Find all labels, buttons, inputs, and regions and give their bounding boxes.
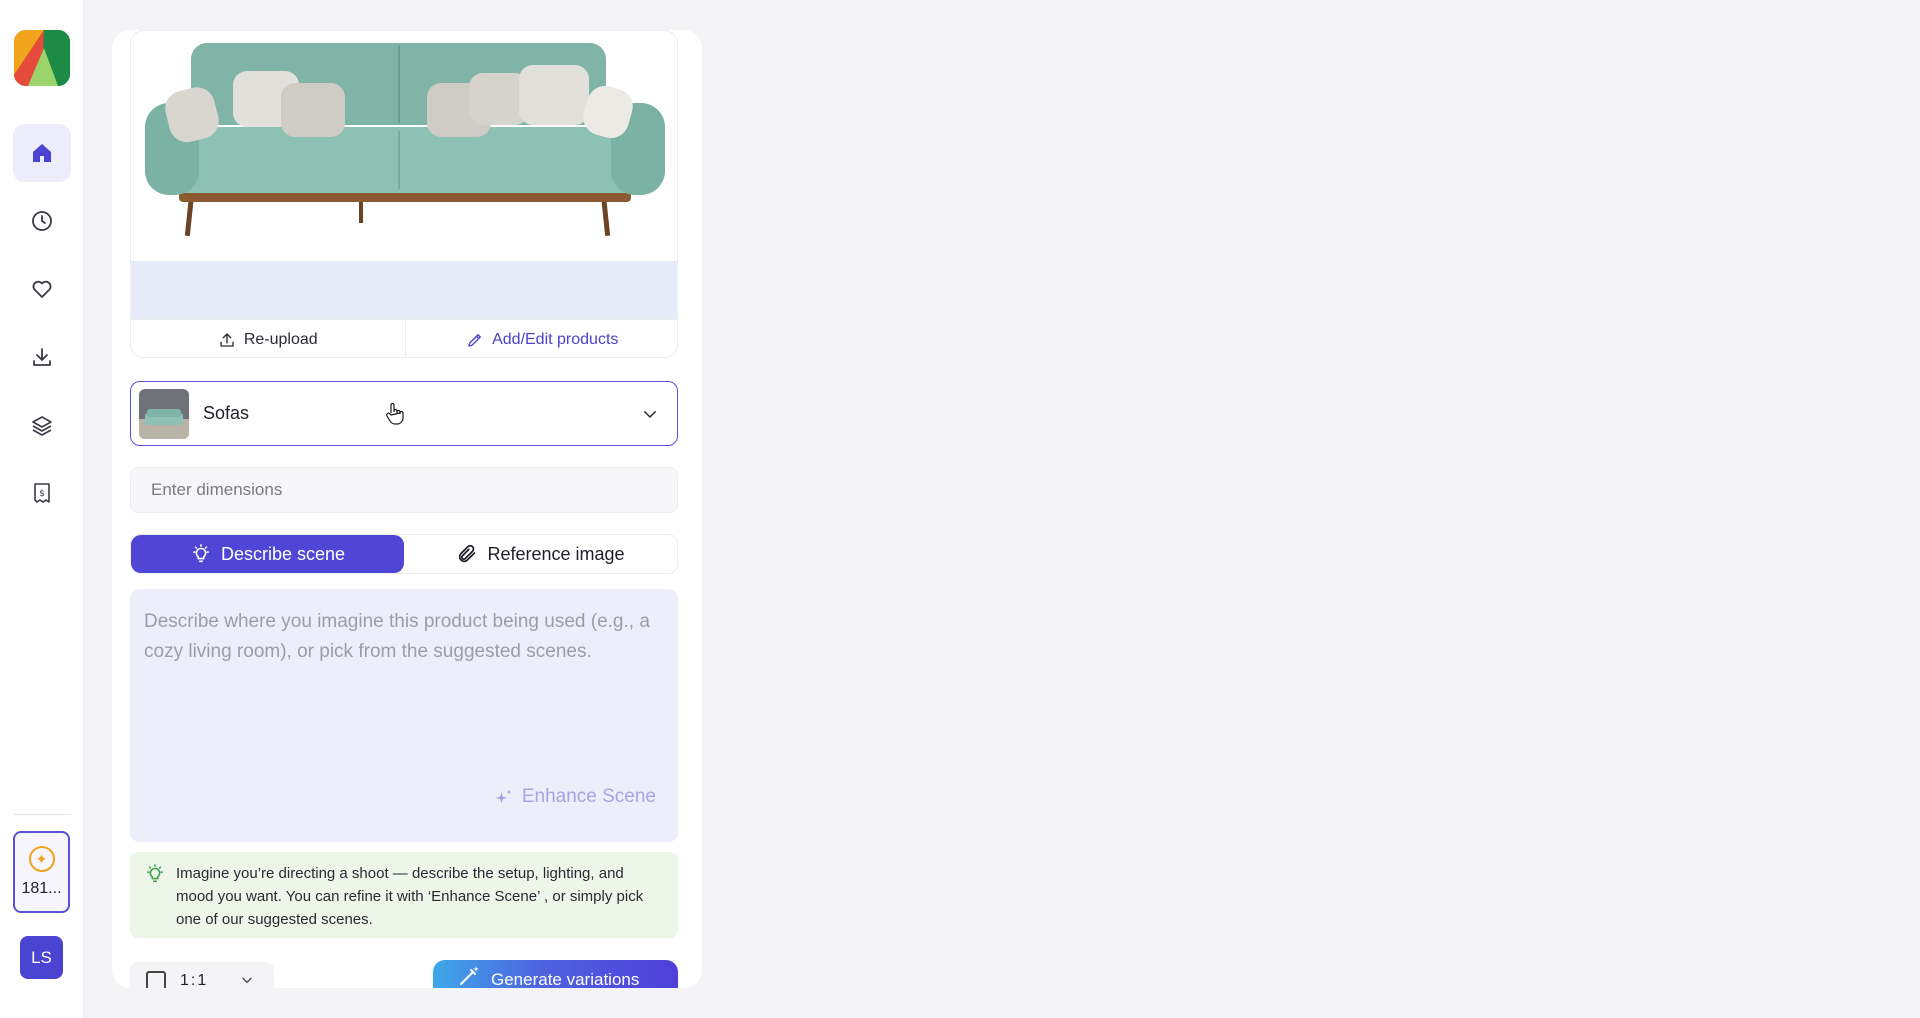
tip-banner: Imagine you’re directing a shoot — descr…	[130, 852, 678, 938]
credits-count: 181...	[21, 880, 62, 897]
nav-downloads[interactable]	[13, 328, 71, 386]
image-strip	[131, 261, 677, 319]
generate-variations-label: Generate variations	[491, 970, 640, 988]
image-actions: Re-upload Add/Edit products	[131, 319, 678, 357]
credits-badge[interactable]: ✦ 181...	[13, 831, 70, 913]
chevron-down-icon	[242, 977, 252, 984]
scene-description-box: Enhance Scene	[130, 589, 678, 842]
square-icon	[146, 971, 166, 988]
tip-text: Imagine you’re directing a shoot — descr…	[176, 865, 644, 928]
upload-icon	[220, 332, 234, 347]
download-icon	[33, 348, 51, 366]
lightbulb-icon	[146, 864, 164, 883]
enhance-scene-label: Enhance Scene	[521, 786, 656, 807]
reupload-label: Re-upload	[243, 330, 318, 348]
lightbulb-icon	[192, 544, 210, 563]
category-label: Sofas	[203, 403, 250, 423]
aspect-ratio-value: 1:1	[180, 972, 209, 988]
edit-products-label: Add/Edit products	[492, 330, 619, 348]
magic-wand-icon	[460, 966, 479, 985]
nav-favorites[interactable]	[13, 260, 71, 318]
generate-variations-button[interactable]: Generate variations	[433, 960, 678, 988]
home-icon	[33, 144, 51, 162]
category-thumbnail	[139, 388, 189, 439]
sidebar-divider	[13, 814, 71, 815]
heart-icon	[32, 280, 52, 298]
tab-describe-scene[interactable]: Describe scene	[131, 535, 404, 573]
receipt-icon: $	[34, 483, 50, 503]
hand-cursor-icon	[386, 402, 404, 425]
nav-home[interactable]	[13, 124, 71, 182]
sidebar: $ ✦ 181... LS	[0, 0, 84, 1018]
scene-description-input[interactable]	[144, 607, 664, 777]
tab-reference-image[interactable]: Reference image	[404, 535, 677, 573]
chevron-down-icon	[644, 410, 656, 418]
reupload-button[interactable]: Re-upload	[131, 320, 405, 357]
edit-icon	[468, 333, 482, 347]
tab-reference-label: Reference image	[487, 543, 625, 564]
edit-products-button[interactable]: Add/Edit products	[404, 320, 678, 357]
sparkle-icon	[495, 789, 512, 804]
layers-icon	[32, 416, 52, 436]
svg-text:$: $	[39, 489, 45, 499]
tab-describe-label: Describe scene	[220, 543, 346, 564]
product-image	[131, 31, 677, 261]
clock-icon	[32, 211, 52, 231]
paperclip-icon	[459, 544, 476, 563]
nav-billing[interactable]: $	[13, 464, 71, 522]
coin-icon: ✦	[28, 846, 55, 872]
generator-panel: Re-upload Add/Edit products Sofas Descri…	[112, 30, 702, 988]
aspect-ratio-select[interactable]: 1:1	[130, 962, 274, 988]
scene-mode-tabs: Describe scene Reference image	[130, 534, 678, 574]
user-avatar[interactable]: LS	[20, 936, 63, 979]
dimensions-input[interactable]	[130, 467, 678, 513]
product-image-card: Re-upload Add/Edit products	[130, 30, 678, 358]
nav-layers[interactable]	[13, 396, 71, 454]
enhance-scene-button[interactable]: Enhance Scene	[494, 786, 656, 808]
app-logo[interactable]	[14, 30, 70, 86]
nav-history[interactable]	[13, 192, 71, 250]
